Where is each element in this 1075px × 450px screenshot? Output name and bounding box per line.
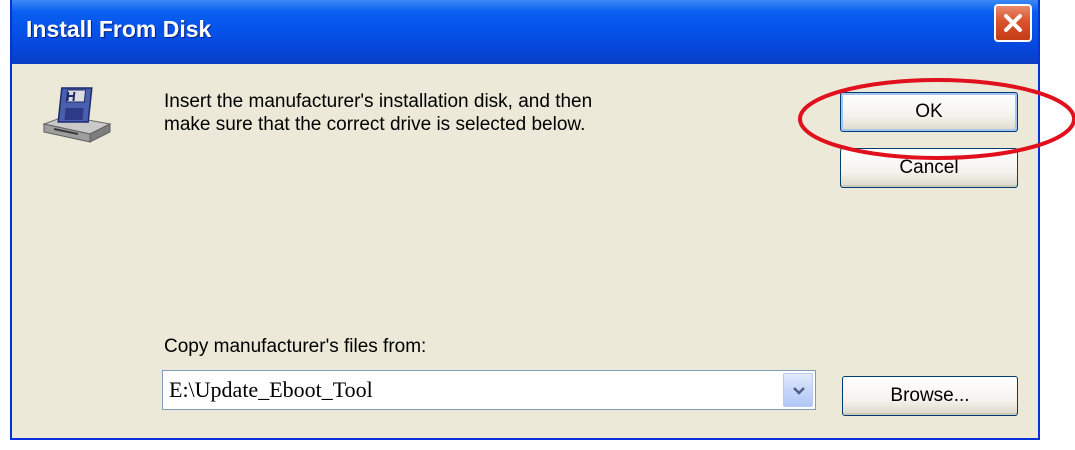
copy-from-path[interactable]: E:\Update_Eboot_Tool [169, 377, 373, 403]
copy-from-label: Copy manufacturer's files from: [164, 336, 427, 357]
instruction-line-2: make sure that the correct drive is sele… [164, 114, 586, 135]
close-button[interactable] [994, 4, 1032, 42]
browse-button[interactable]: Browse... [842, 376, 1018, 416]
instruction-message: Insert the manufacturer's installation d… [164, 90, 784, 136]
floppy-disk-drive-icon [42, 87, 112, 143]
instruction-line-1: Insert the manufacturer's installation d… [164, 91, 593, 112]
cancel-button[interactable]: Cancel [840, 148, 1018, 188]
dialog-body: Insert the manufacturer's installation d… [12, 64, 1038, 438]
install-from-disk-dialog: Install From Disk Insert the manufacture… [10, 0, 1040, 440]
dialog-title: Install From Disk [26, 16, 212, 42]
copy-from-combobox[interactable]: E:\Update_Eboot_Tool [162, 370, 816, 410]
close-x-icon [1004, 14, 1022, 32]
chevron-down-icon [793, 387, 805, 395]
title-bar[interactable]: Install From Disk [12, 0, 1038, 64]
ok-button[interactable]: OK [840, 92, 1018, 132]
dropdown-button[interactable] [783, 373, 813, 407]
